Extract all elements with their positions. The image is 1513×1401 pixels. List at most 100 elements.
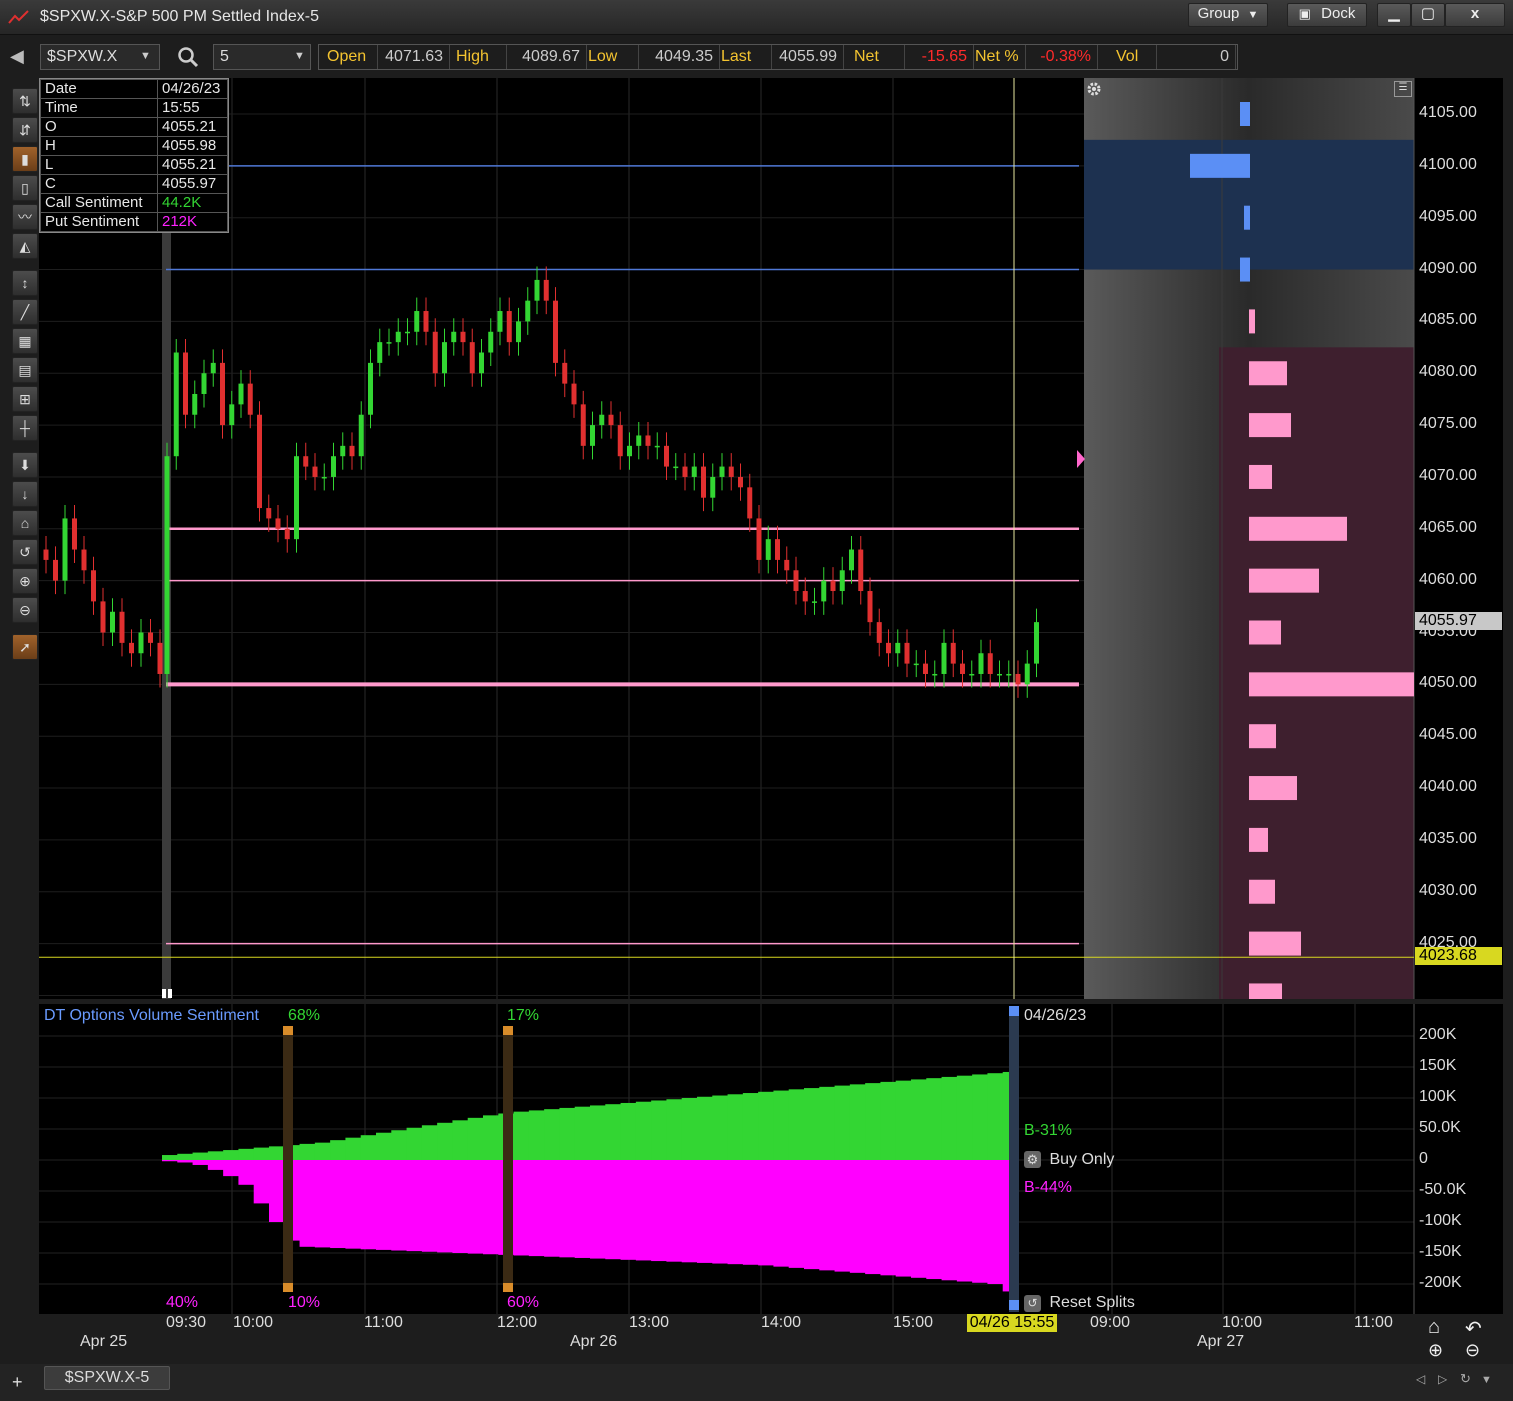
crosshair-icon[interactable]: ┼ (12, 415, 38, 441)
buy-percent-label: B-31% (1024, 1122, 1073, 1139)
buy-only-label: Buy Only (1049, 1151, 1115, 1168)
zoom-out-icon[interactable]: ⊖ (12, 597, 38, 623)
add-tab-icon[interactable]: + (12, 1372, 23, 1393)
prev-tab-icon[interactable]: ◁ (1416, 1372, 1425, 1386)
put-sentiment-bar (895, 1160, 912, 1277)
tab-menu-icon[interactable]: ▼ (1481, 1374, 1492, 1386)
candle (664, 445, 669, 467)
home-icon[interactable]: ⌂ (1428, 1316, 1440, 1339)
put-sentiment-bar (391, 1160, 408, 1251)
candle (608, 414, 614, 426)
buy-only-toggle[interactable]: ⚙ Buy Only (1024, 1151, 1114, 1169)
price-chart[interactable] (39, 78, 1503, 999)
candle (747, 487, 753, 519)
sort-icon[interactable]: ⇅ (12, 88, 38, 114)
sentiment-tick: -150K (1419, 1243, 1462, 1260)
data-window-value: 15:55 (157, 98, 228, 118)
interval-dropdown-icon[interactable]: ▼ (294, 50, 305, 62)
zoom-in-icon[interactable]: ⊕ (12, 568, 38, 594)
put-sentiment-bar (834, 1160, 851, 1272)
bar-chart-icon[interactable]: ▯ (12, 175, 38, 201)
menu-icon[interactable]: ☰ (1394, 81, 1412, 97)
minimize-button[interactable]: ▁ (1377, 3, 1411, 27)
dock-button[interactable]: ▣ Dock (1287, 3, 1367, 27)
candle (1015, 673, 1021, 685)
table-icon[interactable]: ▤ (12, 357, 38, 383)
call-volume-bar (1244, 205, 1250, 230)
sentiment-panel[interactable] (39, 1004, 1503, 1314)
call-sentiment-bar (651, 1100, 668, 1160)
zoom-in-icon[interactable]: ⊕ (1428, 1340, 1443, 1361)
call-sentiment-bar (804, 1088, 820, 1160)
candle-chart-icon[interactable]: ▮ (12, 146, 38, 172)
price-tick: 4035.00 (1419, 829, 1477, 847)
split-marker (283, 1026, 293, 1292)
call-sentiment-bar (238, 1148, 255, 1160)
put-volume-bar (1249, 309, 1255, 334)
line-chart-icon[interactable]: 〰 (12, 204, 38, 230)
put-sentiment-bar (712, 1160, 729, 1264)
chevron-down-icon: ▼ (1247, 9, 1259, 21)
sentiment-tick: -100K (1419, 1212, 1462, 1229)
put-sentiment-bar (238, 1160, 255, 1185)
candle (294, 456, 299, 540)
call-sentiment-bar (620, 1102, 637, 1160)
trend-line-icon[interactable]: ╱ (12, 299, 38, 325)
data-window-row: C 4055.97 (40, 174, 228, 194)
candle (756, 518, 762, 560)
tab-spxw-5[interactable]: $SPXW.X-5 (44, 1366, 170, 1390)
layout-icon[interactable]: ⊞ (12, 386, 38, 412)
price-tick: 4060.00 (1419, 570, 1477, 588)
close-button[interactable]: x (1445, 3, 1505, 27)
candle (331, 456, 336, 477)
put-sentiment-bar (269, 1160, 285, 1222)
call-sentiment-bar (299, 1143, 316, 1160)
put-volume-bar (1249, 464, 1272, 489)
put-volume-bar (1249, 879, 1275, 904)
symbol-dropdown-icon[interactable]: ▼ (140, 50, 151, 62)
put-sentiment-bar (956, 1160, 973, 1282)
pointer-icon[interactable]: ➚ (12, 634, 38, 660)
search-icon[interactable] (176, 45, 200, 69)
grid-icon[interactable]: ▦ (12, 328, 38, 354)
maximize-icon: ▢ (1420, 5, 1436, 22)
candle (275, 518, 281, 529)
candle (710, 476, 716, 498)
vertical-scale-icon[interactable]: ↕ (12, 270, 38, 296)
undo-icon[interactable]: ↶ (1465, 1316, 1482, 1341)
window-title: $SPXW.X-S&P 500 PM Settled Index-5 (40, 8, 319, 25)
area-chart-icon[interactable]: ◭ (12, 233, 38, 259)
candle (719, 466, 725, 477)
quote-label: Vol (1116, 44, 1157, 70)
split-top-percent: 68% (288, 1007, 321, 1024)
candle (405, 331, 410, 334)
next-tab-icon[interactable]: ▷ (1438, 1372, 1447, 1386)
zoom-out-icon[interactable]: ⊖ (1465, 1340, 1480, 1361)
call-sentiment-bar (987, 1073, 1004, 1160)
split-handle (168, 989, 172, 998)
gear-icon[interactable] (1086, 81, 1102, 97)
back-arrow-icon[interactable]: ◀ (10, 46, 24, 67)
call-sentiment-bar (467, 1117, 484, 1160)
call-sentiment-bar (406, 1127, 423, 1160)
arrow-down-icon[interactable]: ↓ (12, 481, 38, 507)
group-button[interactable]: Group ▼ (1188, 3, 1268, 27)
put-sentiment-bar (314, 1160, 331, 1248)
refresh-icon[interactable]: ↻ (1460, 1371, 1471, 1387)
cursor-move-icon[interactable]: ⇵ (12, 117, 38, 143)
date-tick: Apr 25 (80, 1333, 128, 1350)
put-sentiment-bar (788, 1160, 805, 1268)
quote-value: -0.38% (1025, 44, 1098, 70)
put-sentiment-bar (483, 1160, 499, 1255)
undo-icon[interactable]: ↺ (12, 539, 38, 565)
reset-splits-button[interactable]: ↺ Reset Splits (1024, 1294, 1135, 1312)
call-sentiment-bar (483, 1115, 499, 1160)
call-sentiment-bar (727, 1094, 744, 1160)
data-window-row: O 4055.21 (40, 117, 228, 137)
call-sentiment-bar (223, 1150, 240, 1160)
home-icon[interactable]: ⌂ (12, 510, 38, 536)
candle (821, 580, 827, 602)
pin-icon[interactable]: ⬇ (12, 452, 38, 478)
put-sentiment-bar (880, 1160, 897, 1276)
maximize-button[interactable]: ▢ (1411, 3, 1445, 27)
